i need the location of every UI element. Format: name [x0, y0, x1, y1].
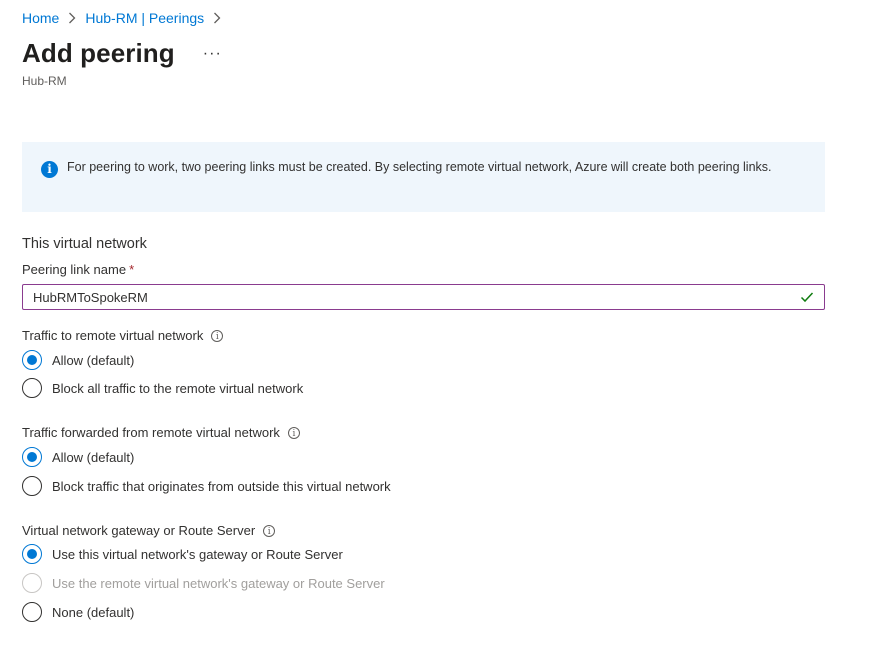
radio-gateway-use-remote: Use the remote virtual network's gateway… [22, 573, 385, 593]
traffic-forwarded-label-text: Traffic forwarded from remote virtual ne… [22, 425, 280, 440]
title-row: Add peering ··· [22, 38, 222, 69]
peering-link-name-value[interactable]: HubRMToSpokeRM [33, 290, 800, 305]
peering-link-name-label: Peering link name * [22, 262, 134, 277]
radio-button-disabled [22, 573, 42, 593]
radio-label: Use this virtual network's gateway or Ro… [52, 546, 343, 562]
page-title: Add peering [22, 38, 175, 68]
chevron-right-icon [68, 12, 76, 24]
info-icon: i [41, 161, 58, 178]
info-banner: i For peering to work, two peering links… [22, 142, 825, 212]
info-circle-icon[interactable]: i [211, 329, 224, 342]
traffic-to-remote-label-text: Traffic to remote virtual network [22, 328, 204, 343]
radio-button[interactable] [22, 602, 42, 622]
info-banner-text: For peering to work, two peering links m… [67, 160, 772, 174]
traffic-forwarded-label: Traffic forwarded from remote virtual ne… [22, 425, 300, 440]
section-title: This virtual network [22, 236, 147, 252]
chevron-right-icon [213, 12, 221, 24]
radio-label: Block all traffic to the remote virtual … [52, 380, 304, 396]
peering-link-name-label-text: Peering link name [22, 262, 127, 277]
radio-gateway-none[interactable]: None (default) [22, 602, 134, 622]
info-circle-icon[interactable]: i [263, 524, 276, 537]
checkmark-icon [800, 290, 814, 304]
radio-gateway-use-this[interactable]: Use this virtual network's gateway or Ro… [22, 544, 343, 564]
radio-button-checked[interactable] [22, 447, 42, 467]
radio-traffic-forwarded-allow[interactable]: Allow (default) [22, 447, 134, 467]
radio-label: Use the remote virtual network's gateway… [52, 575, 385, 591]
breadcrumb-peerings-link[interactable]: Hub-RM | Peerings [85, 10, 204, 26]
radio-button[interactable] [22, 378, 42, 398]
page-subtitle: Hub-RM [22, 74, 67, 88]
gateway-label-text: Virtual network gateway or Route Server [22, 523, 256, 538]
radio-button-checked[interactable] [22, 544, 42, 564]
radio-traffic-to-remote-allow[interactable]: Allow (default) [22, 350, 134, 370]
radio-traffic-forwarded-block[interactable]: Block traffic that originates from outsi… [22, 476, 391, 496]
radio-button[interactable] [22, 476, 42, 496]
breadcrumb: Home Hub-RM | Peerings [22, 10, 230, 26]
radio-button-checked[interactable] [22, 350, 42, 370]
gateway-label: Virtual network gateway or Route Server … [22, 523, 276, 538]
radio-label: Block traffic that originates from outsi… [52, 478, 391, 494]
radio-label: None (default) [52, 604, 135, 620]
traffic-to-remote-label: Traffic to remote virtual network i [22, 328, 224, 343]
radio-label: Allow (default) [52, 449, 135, 465]
radio-label: Allow (default) [52, 352, 135, 368]
required-marker: * [129, 262, 135, 277]
more-options-button[interactable]: ··· [203, 45, 222, 62]
info-circle-icon[interactable]: i [287, 426, 300, 439]
breadcrumb-home-link[interactable]: Home [22, 10, 59, 26]
radio-traffic-to-remote-block[interactable]: Block all traffic to the remote virtual … [22, 378, 303, 398]
peering-link-name-input[interactable]: HubRMToSpokeRM [22, 284, 825, 310]
